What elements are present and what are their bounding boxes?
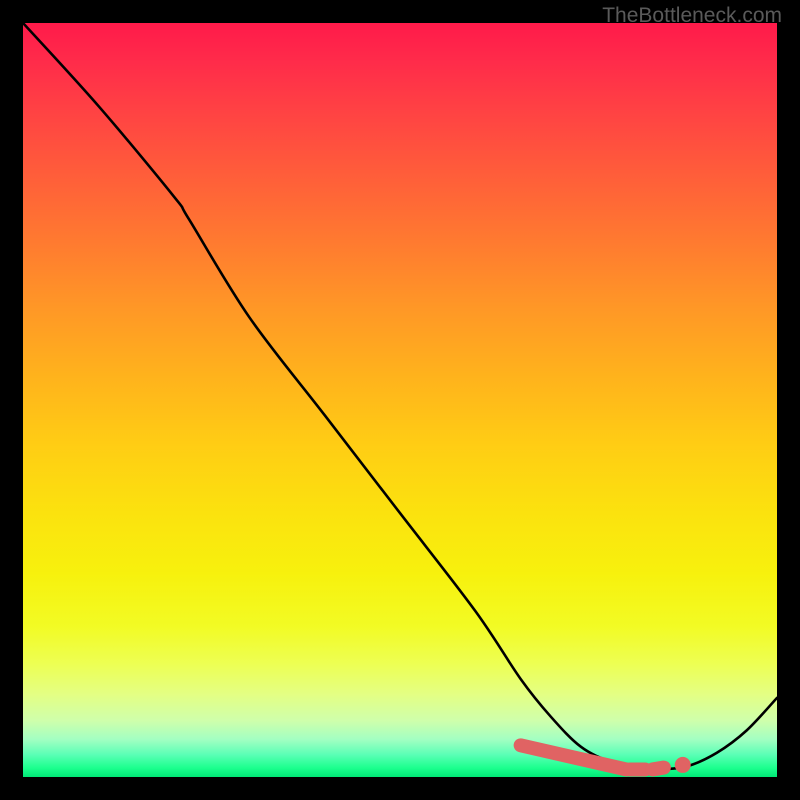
curve-line <box>23 23 777 770</box>
dash-2 <box>653 768 664 770</box>
highlight-dot <box>675 757 691 773</box>
trough-bar <box>521 745 627 769</box>
watermark-text: TheBottleneck.com <box>602 4 782 28</box>
chart-svg <box>23 23 777 777</box>
highlight-group <box>521 745 691 773</box>
plot-area <box>23 23 777 777</box>
